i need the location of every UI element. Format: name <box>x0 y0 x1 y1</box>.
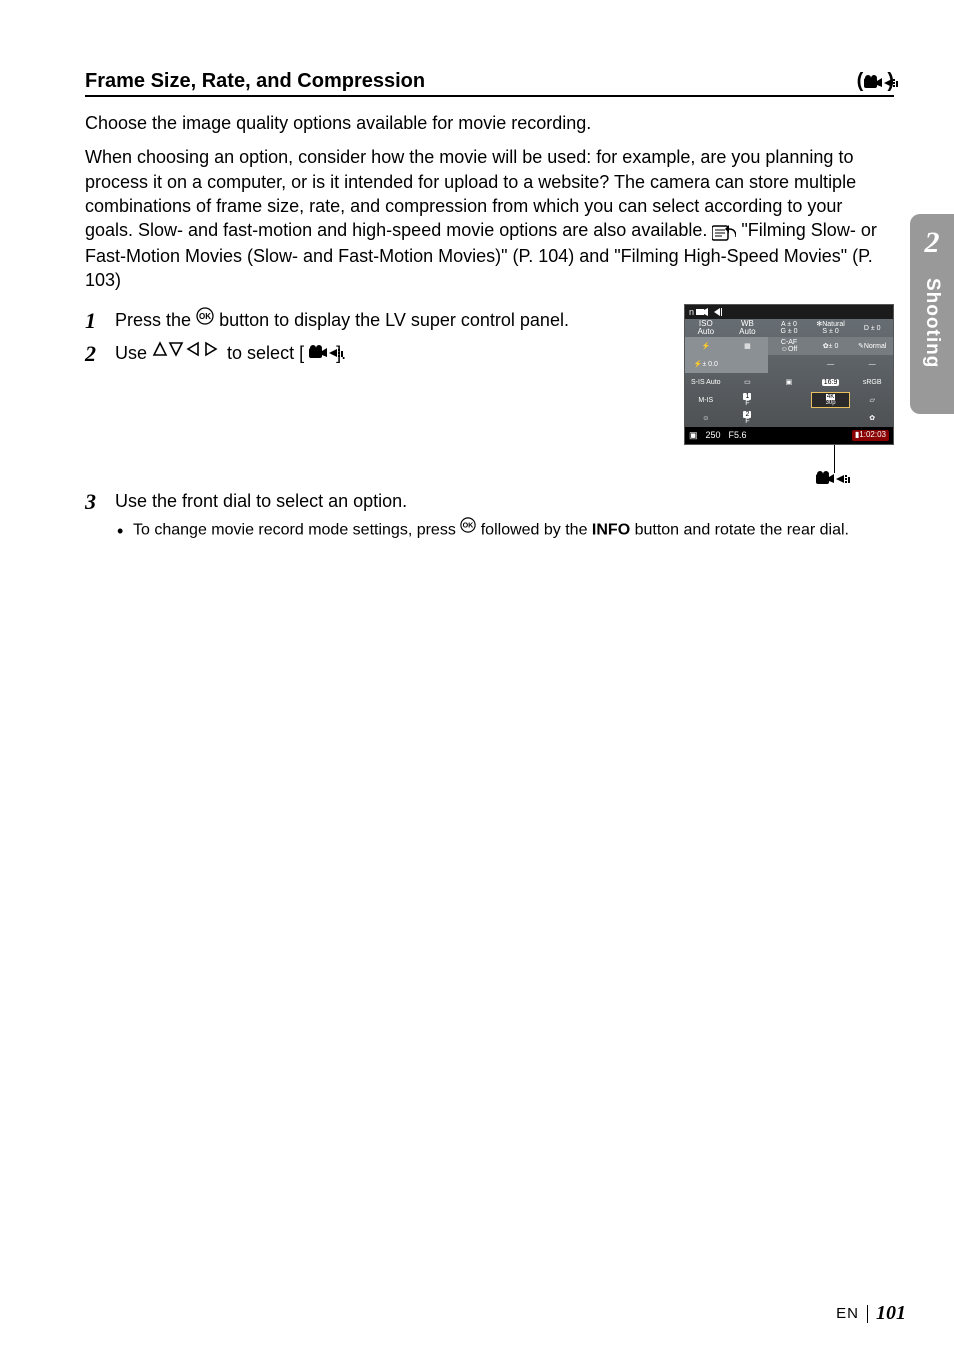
panel-cell-movie-quality: 4K 30p <box>810 391 852 409</box>
panel-cell-flash: ⚡ <box>685 337 727 355</box>
panel-cell-gradation: ✎Normal <box>851 337 893 355</box>
movie-quality-icon <box>864 75 884 89</box>
panel-cell-empty <box>810 409 852 427</box>
panel-cell-af-mode: C-AF☺Off <box>768 337 810 355</box>
panel-cell-picture-mode: ✻NaturalS ± 0 <box>810 319 852 337</box>
panel-cell-empty <box>768 391 810 409</box>
bullet-icon: • <box>117 519 133 543</box>
panel-cell-ag: A ± 0G ± 0 <box>768 319 810 337</box>
panel-rec-time: ▮1:02:03 <box>852 430 889 441</box>
ok-button-icon: OK <box>460 517 476 540</box>
svg-text:OK: OK <box>199 312 211 321</box>
step-2-body: Use to select [ <box>115 341 664 366</box>
step-2-text-a: Use <box>115 343 152 363</box>
panel-cell-gear: ✿ <box>851 409 893 427</box>
step-3-bullet: To change movie record mode settings, pr… <box>133 519 849 543</box>
step-1-body: Press the OK button to display the LV su… <box>115 308 664 333</box>
step-3-bullet-c: button and rotate the rear dial. <box>635 522 849 539</box>
chapter-label: Shooting <box>921 278 943 368</box>
panel-cell-drive: ▭ <box>727 373 769 391</box>
panel-callout-label <box>816 471 850 489</box>
lv-super-control-panel-figure: n ISOAuto WBAuto A ± 0G ± 0 ✻NaturalS ± … <box>684 304 894 485</box>
chapter-side-tab: 2 Shooting <box>910 214 954 414</box>
step-number: 3 <box>85 489 115 515</box>
panel-cell-slot1: 1 F <box>727 391 769 409</box>
step-number: 1 <box>85 308 115 334</box>
footer-separator <box>867 1305 868 1323</box>
step-2: 2 Use to select [ <box>85 341 664 367</box>
step-1-text-a: Press the <box>115 310 196 330</box>
panel-cell-empty <box>768 409 810 427</box>
panel-grid: ISOAuto WBAuto A ± 0G ± 0 ✻NaturalS ± 0 … <box>685 319 893 427</box>
panel-cell-face: ☺ <box>685 409 727 427</box>
panel-cell-sis: S-IS Auto <box>685 373 727 391</box>
panel-cell-sharpness: ✿± 0 <box>810 337 852 355</box>
step-3-bullet-b: followed by the <box>481 522 592 539</box>
panel-aperture: F5.6 <box>729 430 747 441</box>
panel-cell-d: D ± 0 <box>851 319 893 337</box>
section-heading-row: Frame Size, Rate, and Compression ( ) <box>85 70 894 97</box>
step-3-bullet-a: To change movie record mode settings, pr… <box>133 522 460 539</box>
panel-cell-slot2: 2 F <box>727 409 769 427</box>
step-3: 3 Use the front dial to select an option… <box>85 489 894 544</box>
step-3-body: Use the front dial to select an option. … <box>115 489 894 544</box>
section-heading: Frame Size, Rate, and Compression <box>85 70 425 93</box>
panel-cell-colorspace: sRGB <box>851 373 893 391</box>
panel-top-bar: n <box>685 305 893 319</box>
panel-cell-keystone: ▱ <box>851 391 893 409</box>
see-also-icon <box>712 219 736 243</box>
footer-language: EN <box>836 1305 859 1322</box>
step-3-text: Use the front dial to select an option. <box>115 489 894 513</box>
step-2-text-b: to select [ <box>227 343 304 363</box>
intro-paragraph: Choose the image quality options availab… <box>85 111 894 135</box>
panel-cell-wb: WBAuto <box>727 319 769 337</box>
page-footer: EN 101 <box>836 1302 906 1325</box>
panel-cell-empty <box>768 355 810 373</box>
ok-button-icon: OK <box>196 307 214 331</box>
panel-cell-metering: ▣ <box>768 373 810 391</box>
movie-quality-icon <box>309 345 329 359</box>
chapter-number: 2 <box>925 226 940 260</box>
section-heading-symbol: ( ) <box>857 70 894 93</box>
panel-cell-aspect: 16:9 <box>810 373 852 391</box>
footer-page-number: 101 <box>876 1302 906 1325</box>
panel-shutter: 250 <box>706 430 721 441</box>
panel-cell-af-target: ▦ <box>727 337 769 355</box>
panel-callout <box>684 445 894 485</box>
step-number: 2 <box>85 341 115 367</box>
panel-cell-iso: ISOAuto <box>685 319 727 337</box>
arrow-pad-icon <box>152 341 222 365</box>
step-1: 1 Press the OK button to display the LV … <box>85 308 664 334</box>
panel-cell-empty <box>727 355 769 373</box>
svg-text:OK: OK <box>463 522 475 530</box>
panel-cell-dash2: — <box>851 355 893 373</box>
panel-cell-flash-comp: ⚡± 0.0 <box>685 355 727 373</box>
paren-open: ( <box>857 70 864 93</box>
panel-bottom-bar: ▣ 250 F5.6 ▮1:02:03 <box>685 427 893 444</box>
info-button-label: INFO <box>592 522 630 539</box>
panel-top-label: n <box>689 307 694 317</box>
panel-cell-mis: M-IS <box>685 391 727 409</box>
step-1-text-b: button to display the LV super control p… <box>219 310 569 330</box>
camera-panel: n ISOAuto WBAuto A ± 0G ± 0 ✻NaturalS ± … <box>684 304 894 445</box>
explanation-paragraph: When choosing an option, consider how th… <box>85 145 894 292</box>
panel-cell-dash1: — <box>810 355 852 373</box>
